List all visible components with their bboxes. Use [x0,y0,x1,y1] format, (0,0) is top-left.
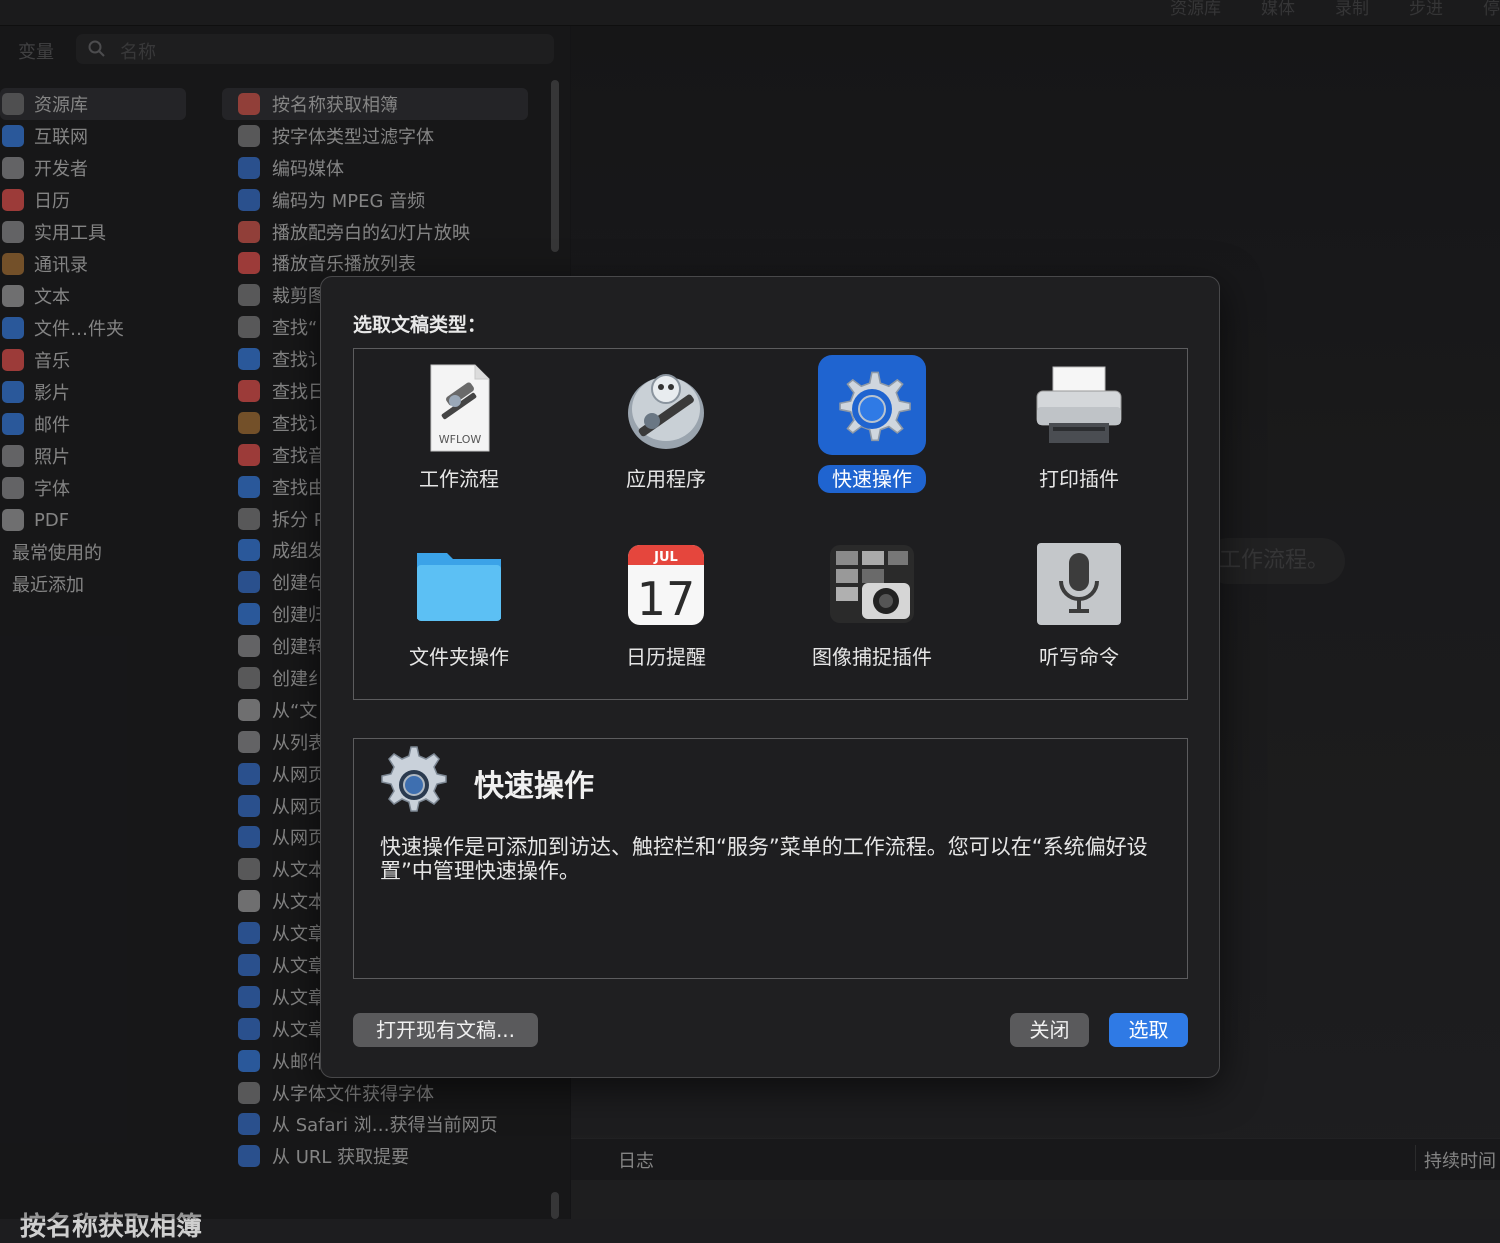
type-quick-action[interactable]: 快速操作 [772,353,972,513]
choose-button[interactable]: 选取 [1109,1013,1188,1047]
microphone-icon [1037,543,1121,625]
calendar-day: 17 [637,572,696,626]
choose-document-type-dialog: 选取文稿类型： WFLOW 工作流程 应用程序 快速操作 打印插件 文件夹操作 … [320,276,1220,1078]
automator-icon [628,374,704,449]
type-label: 图像捕捉插件 [812,645,932,669]
printer-icon [1036,366,1122,443]
type-dictation-command[interactable]: 听写命令 [979,531,1179,691]
type-image-capture-plugin[interactable]: 图像捕捉插件 [772,531,972,691]
workflow-badge: WFLOW [439,433,482,446]
open-existing-button[interactable]: 打开现有文稿... [353,1013,538,1047]
type-folder-action[interactable]: 文件夹操作 [359,531,559,691]
workflow-icon: WFLOW [430,364,490,452]
calendar-month: JUL [653,550,678,565]
type-label: 快速操作 [818,465,926,493]
description-title: 快速操作 [474,769,594,804]
camera-icon [830,545,914,623]
description-text: 快速操作是可添加到访达、触控栏和“服务”菜单的工作流程。您可以在“系统偏好设置”… [380,835,1148,883]
type-calendar-alarm[interactable]: JUL 17 日历提醒 [566,531,766,691]
type-label: 文件夹操作 [409,645,509,669]
close-button[interactable]: 关闭 [1010,1013,1089,1047]
document-type-grid: WFLOW 工作流程 应用程序 快速操作 打印插件 文件夹操作 JUL 17 日… [353,348,1188,700]
type-label: 日历提醒 [626,645,706,669]
type-workflow[interactable]: WFLOW 工作流程 [359,353,559,513]
dialog-prompt: 选取文稿类型： [353,314,487,336]
type-print-plugin[interactable]: 打印插件 [979,353,1179,513]
type-label: 打印插件 [1039,467,1119,491]
type-application[interactable]: 应用程序 [566,353,766,513]
calendar-icon: JUL 17 [628,545,704,626]
type-description-panel: 快速操作 快速操作是可添加到访达、触控栏和“服务”菜单的工作流程。您可以在“系统… [353,738,1188,979]
gear-icon [381,746,447,812]
type-label: 工作流程 [419,467,499,491]
gear-icon [839,371,911,442]
folder-icon [417,553,501,621]
type-label: 应用程序 [626,467,706,491]
type-label: 听写命令 [1039,645,1119,669]
